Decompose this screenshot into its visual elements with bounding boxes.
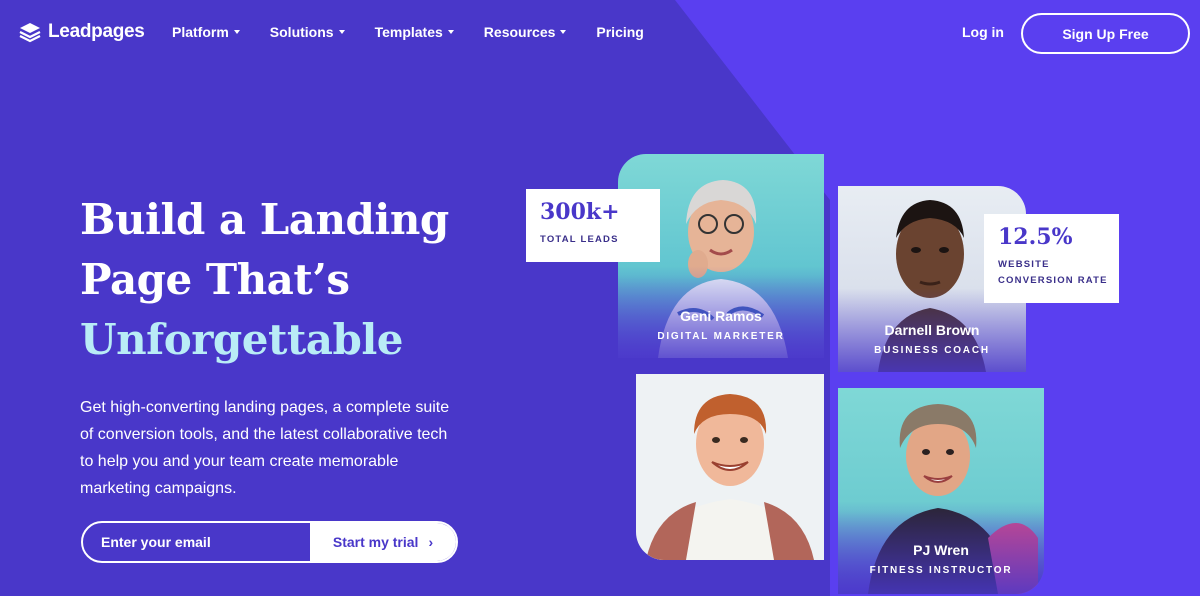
nav-item-label: Solutions [269, 24, 334, 40]
nav-item-resources[interactable]: Resources [484, 24, 567, 40]
headline-line-2: Page That’s [80, 255, 350, 304]
chevron-right-icon: › [428, 534, 434, 550]
stat-label-line-2: CONVERSION RATE [998, 275, 1108, 286]
top-navigation: Leadpages Platform Solutions Templates R… [0, 0, 1200, 66]
logo-text: Leadpages [48, 21, 145, 42]
hero-subtext: Get high-converting landing pages, a com… [80, 399, 450, 497]
pj-photo [838, 388, 1044, 594]
profile-name: Geni Ramos [680, 308, 762, 324]
nav-item-platform[interactable]: Platform [172, 24, 240, 40]
sign-up-button[interactable]: Sign Up Free [1021, 13, 1190, 54]
caret-down-icon [338, 30, 345, 34]
nav-links: Platform Solutions Templates Resources P… [172, 24, 644, 40]
email-input[interactable] [83, 523, 310, 561]
nav-item-solutions[interactable]: Solutions [270, 24, 345, 40]
stat-value: 300k+ [540, 199, 620, 225]
stat-value: 12.5% [998, 224, 1073, 250]
headline-highlight: Unforgettable [80, 315, 404, 364]
profile-role: DIGITAL MARKETER [657, 331, 785, 342]
signup-form: Start my trial › [81, 521, 458, 563]
caret-down-icon [233, 30, 240, 34]
login-link[interactable]: Log in [962, 24, 1004, 40]
nav-item-label: Resources [483, 24, 556, 40]
caret-down-icon [560, 30, 567, 34]
profile-role: BUSINESS COACH [874, 345, 990, 356]
stat-label-line-1: WEBSITE [998, 259, 1050, 270]
headline-line-1: Build a Landing [80, 195, 449, 244]
start-trial-label: Start my trial [332, 534, 419, 550]
profile-name: Darnell Brown [884, 322, 980, 338]
start-trial-button[interactable]: Start my trial › [310, 523, 456, 561]
stat-card-total-leads: 300k+ TOTAL LEADS [526, 189, 660, 262]
stat-card-conversion-rate: 12.5% WEBSITE CONVERSION RATE [984, 214, 1119, 303]
nav-item-label: Pricing [596, 24, 644, 40]
stat-label: TOTAL LEADS [540, 234, 619, 245]
nav-item-pricing[interactable]: Pricing [596, 24, 643, 40]
caret-down-icon [447, 30, 454, 34]
logo[interactable]: Leadpages [18, 20, 145, 44]
nav-item-templates[interactable]: Templates [375, 24, 454, 40]
profile-name: PJ Wren [913, 542, 969, 558]
profile-3-photo [636, 374, 824, 560]
leadpages-logo-icon [18, 20, 42, 44]
nav-item-label: Templates [374, 24, 443, 40]
nav-item-label: Platform [172, 24, 229, 40]
profile-card-pj: PJ Wren FITNESS INSTRUCTOR [838, 388, 1044, 594]
hero-headline: Build a Landing Page That’s Unforgettabl… [80, 190, 449, 370]
profile-card-3 [636, 374, 824, 560]
profile-role: FITNESS INSTRUCTOR [869, 565, 1013, 576]
